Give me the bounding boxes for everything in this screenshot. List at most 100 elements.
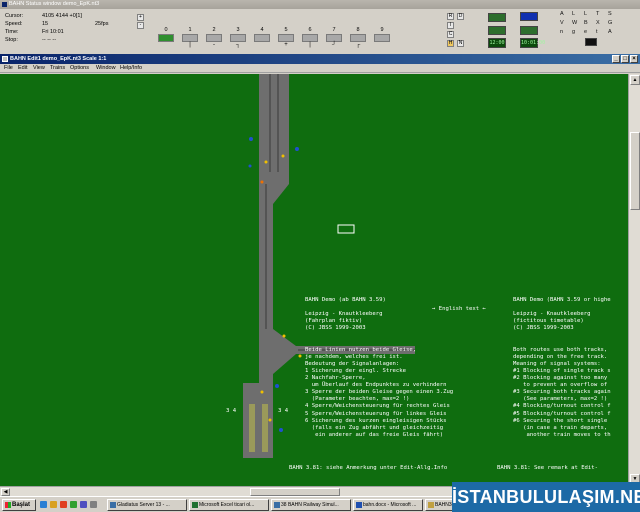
time-value: Fri 10:01 — [42, 29, 64, 35]
signal[interactable] — [260, 180, 264, 184]
vertical-scroll-thumb[interactable] — [630, 132, 640, 210]
track-symbol: | — [189, 42, 191, 48]
vertical-scrollbar[interactable]: ▲ ▼ — [628, 74, 640, 486]
track-key-button[interactable] — [326, 34, 342, 42]
letter-grid-item[interactable]: T — [596, 11, 599, 17]
english-text-link[interactable]: → English text ← — [432, 306, 486, 313]
speed-down-button[interactable]: - — [137, 22, 144, 29]
german-info-text: BAHN Demo (ab BAHN 3.59) Leipzig - Knaut… — [305, 297, 454, 438]
btn-c[interactable]: C — [447, 31, 454, 38]
stop-label: Stop: — [5, 37, 18, 43]
track-symbol — [160, 43, 172, 49]
track-key-button[interactable] — [302, 34, 318, 42]
quicklaunch-folder-icon[interactable] — [50, 501, 57, 508]
quicklaunch-messenger-icon[interactable] — [80, 501, 87, 508]
taskbar-item[interactable]: Gladiatus Server 13 - ... — [107, 499, 187, 511]
menu-file[interactable]: File — [4, 65, 13, 71]
letter-grid-item[interactable]: X — [596, 20, 600, 26]
status-window-title-bar[interactable]: BAHN Status window demo_EpK.nt3 — [0, 0, 640, 9]
track-upper[interactable] — [259, 74, 289, 172]
track-key-label: 3 — [236, 27, 240, 33]
speed-fps: 25fps — [95, 21, 109, 27]
signal[interactable] — [268, 418, 272, 422]
scroll-left-icon[interactable]: ◀ — [1, 488, 10, 496]
quicklaunch-app-icon[interactable] — [70, 501, 77, 508]
window-icon — [110, 502, 116, 508]
menu-view[interactable]: View — [33, 65, 45, 71]
letter-grid-item[interactable]: e — [584, 29, 587, 35]
signal[interactable] — [281, 154, 285, 158]
menu-options[interactable]: Options — [70, 65, 89, 71]
track-key-label: 8 — [356, 27, 360, 33]
track-key-button[interactable] — [350, 34, 366, 42]
btn-n[interactable]: N — [457, 40, 464, 47]
close-button[interactable]: × — [630, 55, 638, 63]
quicklaunch-ie-icon[interactable] — [40, 501, 47, 508]
track-key-label: 1 — [188, 27, 192, 33]
track-key-button[interactable] — [182, 34, 198, 42]
taskbar-item[interactable]: bahn.docx - Microsoft ... — [353, 499, 423, 511]
letter-grid-item[interactable]: W — [572, 20, 577, 26]
edit-window-title-bar[interactable]: BAHN Edit1 demo_EpK.nt3 Scale 1:1 _ □ × — [0, 54, 640, 64]
track-key-button[interactable] — [230, 34, 246, 42]
stop-value: -- -- -- — [42, 37, 57, 43]
selection-cursor — [337, 224, 355, 234]
track-key-label: 2 — [212, 27, 216, 33]
track-station[interactable] — [243, 383, 273, 458]
signal-indicator-3[interactable] — [520, 26, 538, 35]
letter-grid-item[interactable]: A — [560, 11, 564, 17]
menu-window[interactable]: Window — [96, 65, 116, 71]
menu-help-info[interactable]: Help/Info — [120, 65, 142, 71]
track-layout-canvas[interactable]: 3 4 3 4 BAHN Demo (ab BAHN 3.59) Leipzig… — [0, 74, 628, 486]
menu-bar: File Edit View Trains Options Window Hel… — [0, 64, 640, 73]
taskbar-item[interactable]: Microsoft Excel ticari ol... — [189, 499, 269, 511]
letter-grid-item[interactable]: V — [560, 20, 564, 26]
letter-grid-item[interactable]: L — [584, 11, 587, 17]
signal-indicator-1[interactable] — [488, 13, 506, 22]
signal[interactable] — [260, 390, 264, 394]
signal-indicator-blue[interactable] — [520, 12, 538, 21]
track-key-button[interactable] — [206, 34, 222, 42]
letter-grid-item[interactable]: n — [560, 29, 563, 35]
btn-d[interactable]: D — [457, 13, 464, 20]
station-number-right: 3 4 — [278, 408, 289, 414]
menu-trains[interactable]: Trains — [50, 65, 65, 71]
word-icon — [356, 502, 362, 508]
letter-grid-item[interactable]: t — [596, 29, 598, 35]
track-key-button[interactable] — [254, 34, 270, 42]
taskbar-item[interactable]: 38 BAHN Railway Simul... — [271, 499, 351, 511]
btn-i[interactable]: I — [447, 22, 454, 29]
signal[interactable] — [298, 354, 302, 358]
signal[interactable] — [264, 160, 268, 164]
letter-grid-item[interactable]: S — [608, 11, 612, 17]
btn-r[interactable]: R — [447, 13, 454, 20]
quicklaunch-firefox-icon[interactable] — [60, 501, 67, 508]
menu-edit[interactable]: Edit — [18, 65, 27, 71]
letter-grid-item[interactable]: L — [572, 11, 575, 17]
signal[interactable] — [282, 334, 286, 338]
quicklaunch-desktop-icon[interactable] — [90, 501, 97, 508]
letter-grid-item[interactable]: B — [584, 20, 588, 26]
track-key-button[interactable] — [158, 34, 174, 42]
scroll-up-icon[interactable]: ▲ — [630, 75, 640, 85]
maximize-button[interactable]: □ — [621, 55, 629, 63]
letter-grid-item[interactable]: A — [608, 29, 612, 35]
signal[interactable] — [275, 384, 279, 388]
track-key-label: 9 — [380, 27, 384, 33]
horizontal-scroll-thumb[interactable] — [250, 488, 340, 496]
btn-h[interactable]: H — [447, 40, 454, 47]
start-button[interactable]: Başlat — [2, 499, 36, 511]
signal[interactable] — [279, 428, 283, 432]
track-key-button[interactable] — [278, 34, 294, 42]
signal[interactable] — [295, 147, 299, 151]
letter-grid-item[interactable]: g — [572, 29, 575, 35]
minimize-button[interactable]: _ — [612, 55, 620, 63]
signal[interactable] — [248, 164, 252, 168]
track-key-button[interactable] — [374, 34, 390, 42]
speed-up-button[interactable]: + — [137, 14, 144, 21]
letter-grid-item[interactable]: G — [608, 20, 612, 26]
signal[interactable] — [249, 137, 253, 141]
window-icon — [274, 502, 280, 508]
time-label: Time: — [5, 29, 19, 35]
signal-indicator-2[interactable] — [488, 26, 506, 35]
